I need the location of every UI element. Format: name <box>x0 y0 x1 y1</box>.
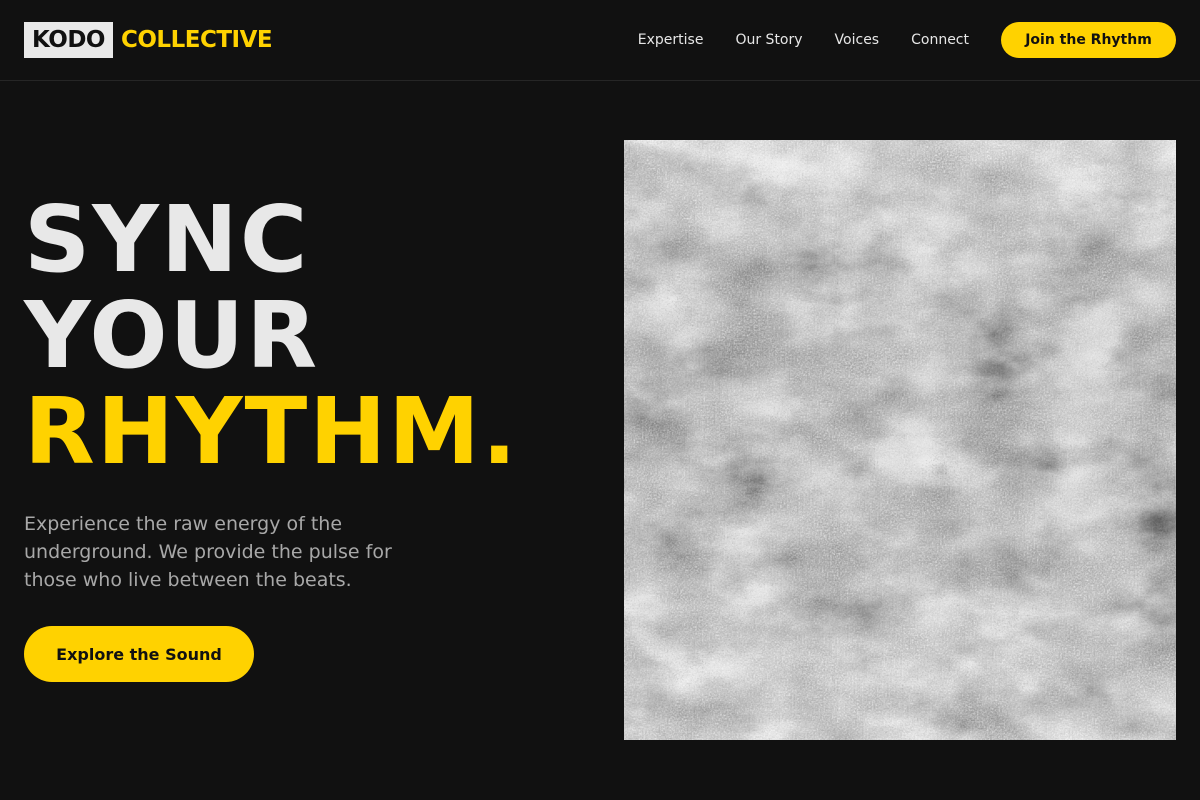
logo-box-text: KODO <box>24 22 113 58</box>
hero-headline-line-3: RHYTHM. <box>24 378 519 485</box>
nav-link-connect[interactable]: Connect <box>911 32 969 48</box>
hero-description: Experience the raw energy of the undergr… <box>24 513 392 591</box>
hero-texture-image <box>624 140 1176 740</box>
join-the-rhythm-button[interactable]: Join the Rhythm <box>1001 22 1176 58</box>
nav-link-our-story[interactable]: Our Story <box>735 32 802 48</box>
main-nav: Expertise Our Story Voices Connect Join … <box>638 22 1176 58</box>
hero-headline-line-1: SYNC <box>24 186 310 293</box>
hero-headline-line-2: YOUR <box>24 282 320 389</box>
brand-logo[interactable]: KODO COLLECTIVE <box>24 22 273 58</box>
logo-wordmark: COLLECTIVE <box>121 27 273 53</box>
explore-the-sound-button[interactable]: Explore the Sound <box>24 626 254 682</box>
nav-link-expertise[interactable]: Expertise <box>638 32 704 48</box>
nav-link-voices[interactable]: Voices <box>835 32 880 48</box>
top-navbar: KODO COLLECTIVE Expertise Our Story Voic… <box>0 0 1200 81</box>
hero-headline: SYNC YOUR RHYTHM. <box>24 192 519 480</box>
